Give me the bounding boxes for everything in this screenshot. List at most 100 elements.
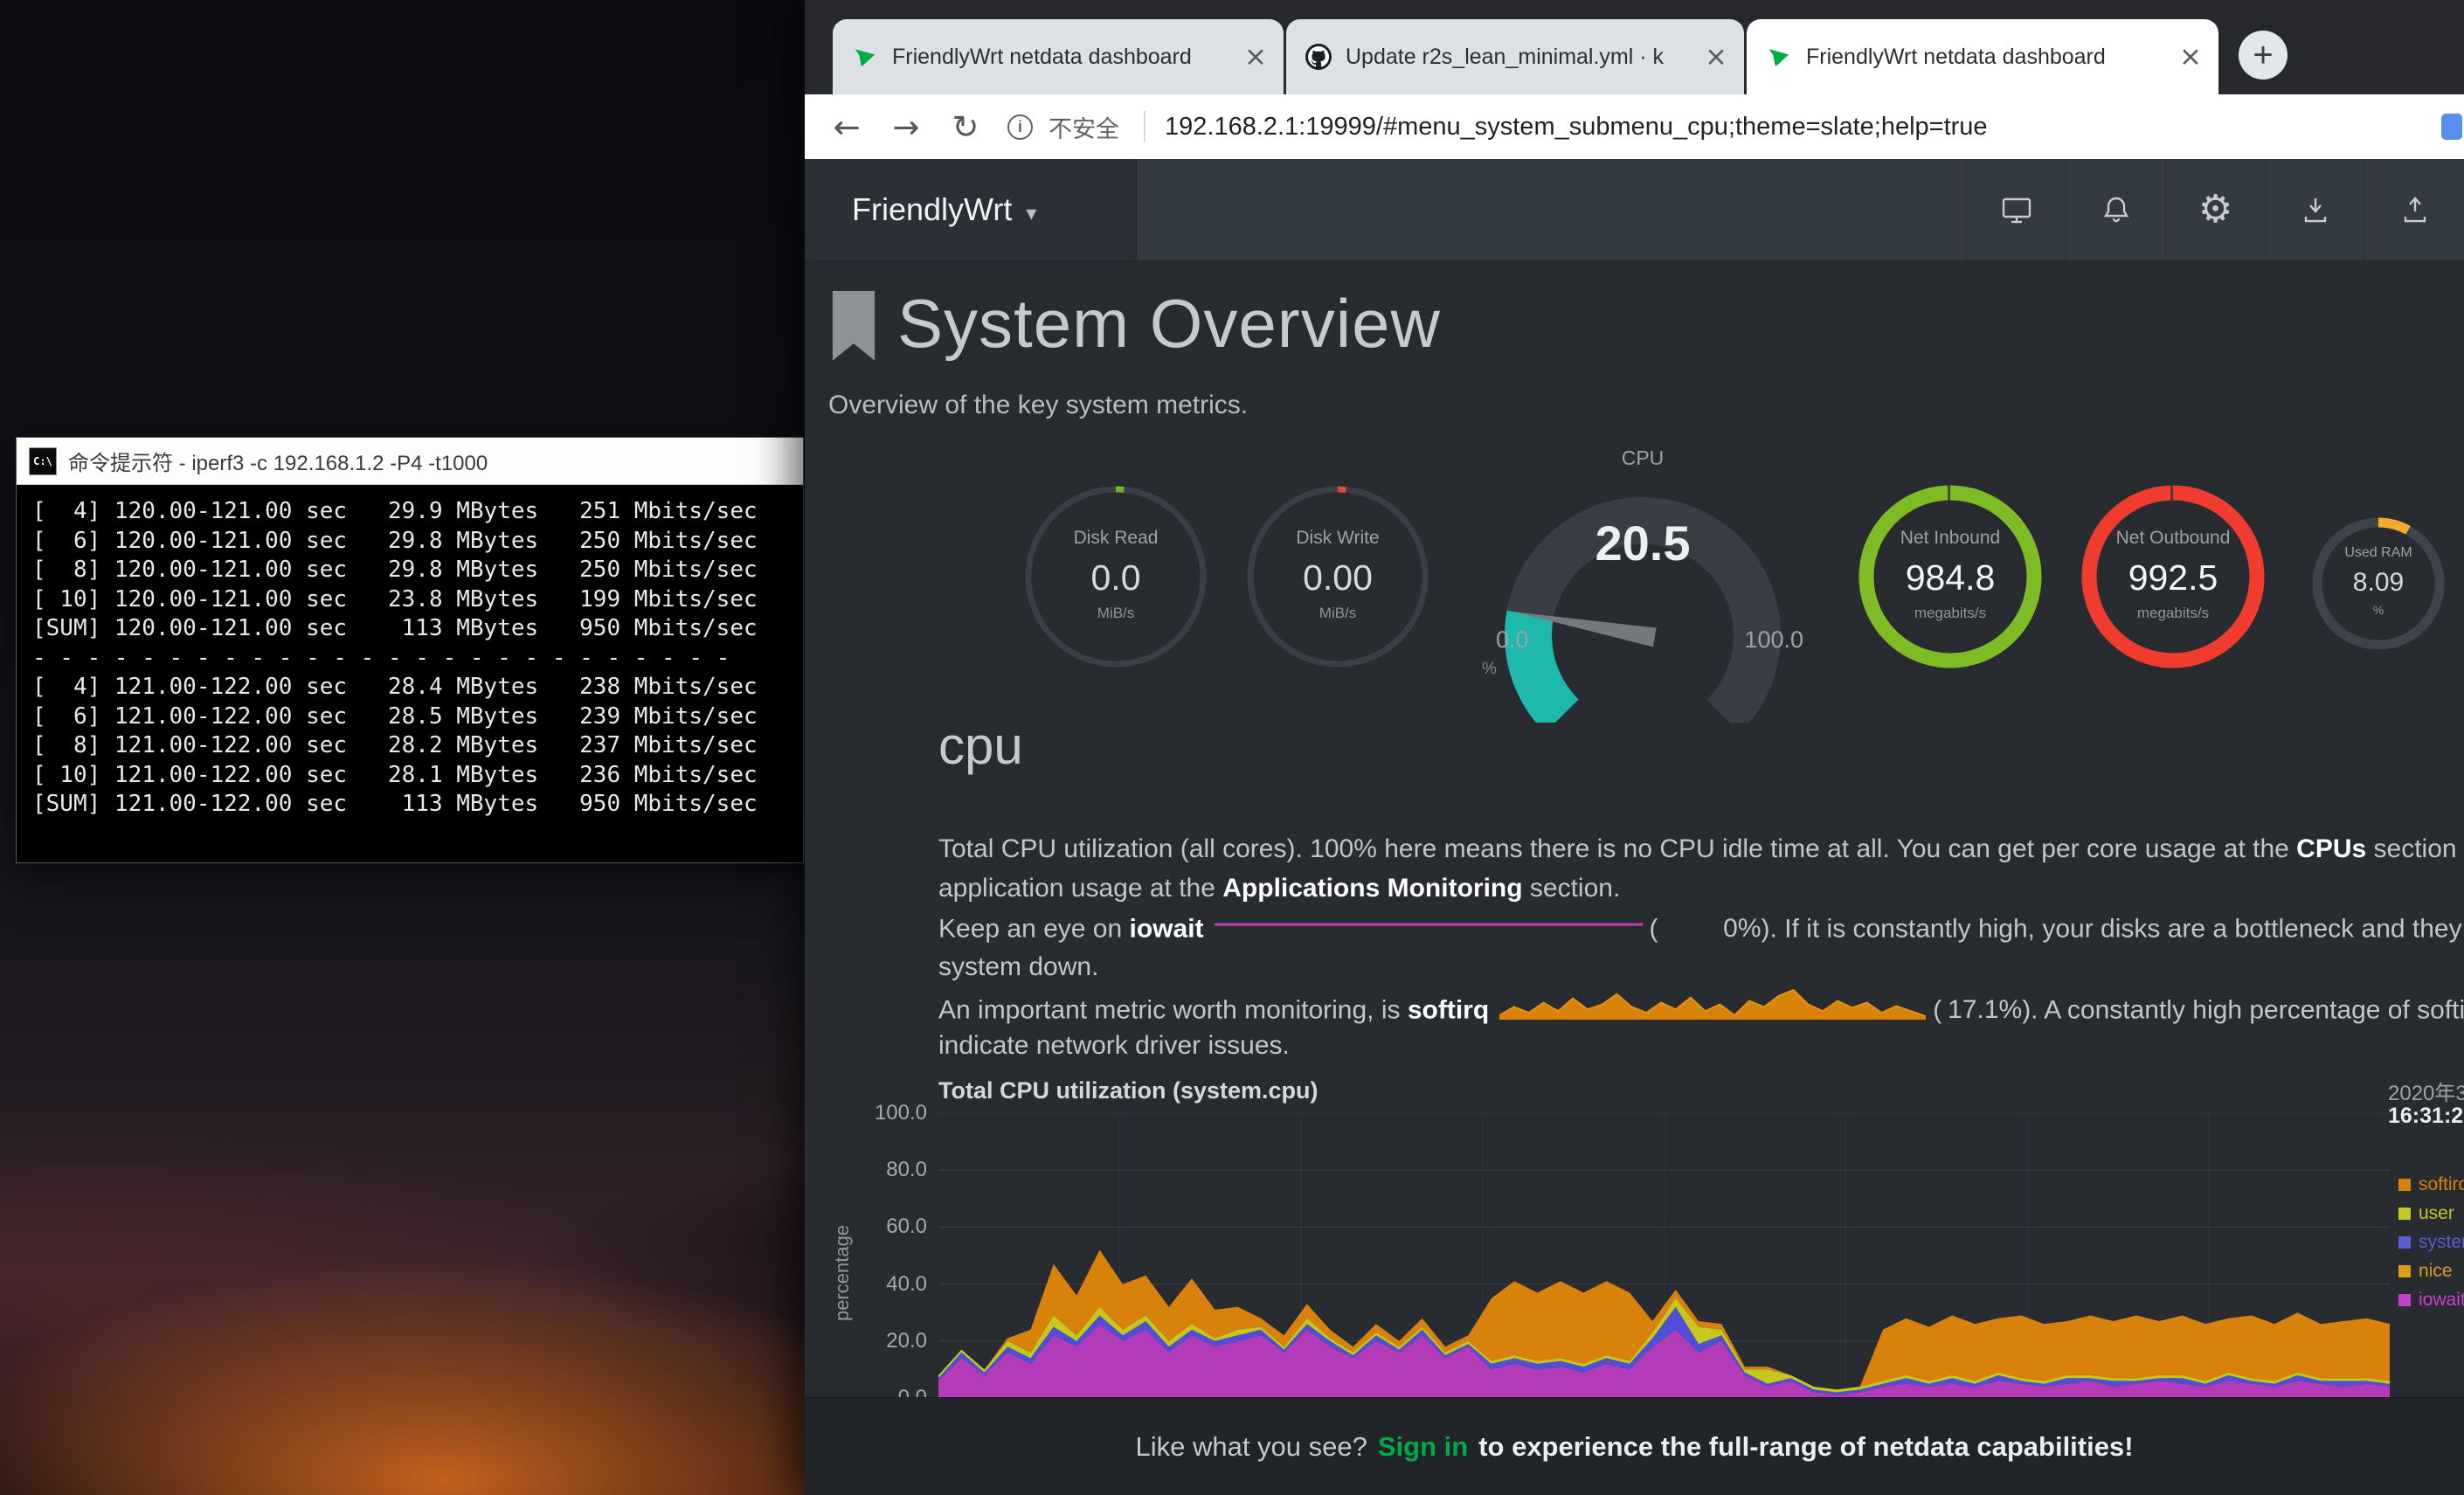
softirq-label: softirq	[1408, 995, 1489, 1024]
upload-icon	[2398, 193, 2432, 226]
address-bar[interactable]: 192.168.2.1:19999/#menu_system_submenu_c…	[1165, 113, 2440, 142]
net-outbound-gauge[interactable]: Net Outbound 992.5 megabits/s	[2077, 481, 2269, 673]
iowait-value: 0%	[1658, 909, 1761, 948]
paragraph-line: application usage at the Applications Mo…	[938, 869, 2464, 908]
net-inbound-gauge[interactable]: Net Inbound 984.8 megabits/s	[1854, 481, 2046, 673]
text: An important metric worth monitoring, is	[938, 995, 1408, 1024]
security-label[interactable]: 不安全	[1049, 110, 1119, 144]
gauge-value: 992.5	[2077, 557, 2269, 599]
legend-item[interactable]: user	[2398, 1199, 2464, 1228]
gauge-value: 0.00	[1242, 557, 1434, 599]
tab-close-icon[interactable]: ×	[1700, 41, 1732, 73]
netdata-favicon	[1766, 44, 1792, 70]
import-button[interactable]	[2265, 159, 2364, 260]
legend-item[interactable]: softirq	[2398, 1170, 2464, 1199]
legend-swatch	[2398, 1236, 2411, 1249]
url-divider	[1144, 111, 1145, 142]
export-button[interactable]	[2364, 159, 2464, 260]
bell-icon	[2100, 193, 2133, 226]
site-info-icon[interactable]: i	[1007, 114, 1033, 140]
y-tick: 40.0	[840, 1272, 927, 1297]
monitor-button[interactable]	[1966, 159, 2066, 260]
browser-toolbar: ← → ↻ i 不安全 192.168.2.1:19999/#menu_syst…	[805, 94, 2464, 159]
host-name: FriendlyWrt	[852, 191, 1012, 228]
y-tick: 100.0	[840, 1101, 927, 1125]
cpus-link[interactable]: CPUs	[2296, 834, 2366, 863]
text: (	[1933, 995, 1941, 1024]
terminal-output[interactable]: [ 4] 120.00-121.00 sec 29.9 MBytes 251 M…	[17, 485, 803, 862]
tab-strip: FriendlyWrt netdata dashboard × Update r…	[805, 0, 2464, 94]
legend-swatch	[2398, 1179, 2411, 1191]
chart-time: 16:31:2	[2388, 1104, 2463, 1129]
alarms-button[interactable]	[2066, 159, 2165, 260]
gauge-label: Disk Read	[1020, 528, 1212, 549]
tab-close-icon[interactable]: ×	[1240, 41, 1271, 73]
cpu-utilization-chart[interactable]	[938, 1113, 2390, 1397]
new-tab-button[interactable]: +	[2239, 31, 2288, 80]
github-favicon	[1305, 44, 1332, 70]
back-icon[interactable]: ←	[829, 111, 864, 143]
tab-title: FriendlyWrt netdata dashboard	[1806, 45, 2161, 70]
softirq-sparkline[interactable]	[1499, 986, 1926, 1031]
gauge-value: 8.09	[2308, 568, 2448, 598]
gauge-value: 0.0	[1020, 557, 1212, 599]
paragraph-line: indicate network driver issues.	[938, 1026, 2464, 1065]
netdata-favicon	[852, 44, 878, 70]
host-dropdown[interactable]: FriendlyWrt ▾	[805, 159, 1137, 260]
download-icon	[2299, 193, 2332, 226]
text: Total CPU utilization (all cores). 100% …	[938, 834, 2296, 863]
netdata-footer: Like what you see? Sign in to experience…	[805, 1397, 2464, 1495]
gauge-label: Disk Write	[1242, 528, 1434, 549]
cpu-gauge[interactable]: CPU 20.5 0.0 100.0 %	[1468, 441, 1817, 703]
iowait-sparkline[interactable]	[1215, 908, 1643, 947]
page-title: System Overview	[897, 284, 1441, 363]
navbar-spacer	[1137, 159, 1966, 260]
screen: C:\ 命令提示符 - iperf3 -c 192.168.1.2 -P4 -t…	[0, 0, 2464, 1495]
tab-close-icon[interactable]: ×	[2175, 41, 2206, 73]
disk-write-gauge[interactable]: Disk Write 0.00 MiB/s	[1242, 481, 1434, 673]
tab-netdata-1[interactable]: FriendlyWrt netdata dashboard ×	[833, 19, 1284, 94]
browser-window: FriendlyWrt netdata dashboard × Update r…	[805, 0, 2464, 1495]
gauge-label: Net Outbound	[2077, 528, 2269, 549]
terminal-titlebar[interactable]: C:\ 命令提示符 - iperf3 -c 192.168.1.2 -P4 -t…	[17, 438, 803, 485]
legend-swatch	[2398, 1265, 2411, 1277]
forward-icon[interactable]: →	[889, 111, 924, 143]
toolbar-edge-icon[interactable]	[2441, 114, 2462, 140]
terminal-title: 命令提示符 - iperf3 -c 192.168.1.2 -P4 -t1000	[68, 446, 488, 476]
cpu-gauge-arc	[1468, 460, 1817, 723]
section-heading-cpu: cpu	[938, 716, 1023, 776]
bookmark-icon	[828, 291, 879, 363]
disk-read-gauge[interactable]: Disk Read 0.0 MiB/s	[1020, 481, 1212, 673]
used-ram-gauge[interactable]: Used RAM 8.09 %	[2308, 514, 2448, 654]
legend-item[interactable]: nice	[2398, 1256, 2464, 1285]
tab-github[interactable]: Update r2s_lean_minimal.yml · k ×	[1286, 19, 1744, 94]
text: (	[1650, 914, 1658, 943]
netdata-navbar: FriendlyWrt ▾ ⚙	[805, 159, 2464, 261]
gauge-unit: MiB/s	[1020, 605, 1212, 622]
text: ). A constantly high percentage of softi…	[2022, 995, 2464, 1024]
text: indicate network driver issues.	[938, 1031, 1290, 1060]
text: system down.	[938, 952, 1098, 981]
paragraph-line: Total CPU utilization (all cores). 100% …	[938, 829, 2464, 869]
gear-icon: ⚙	[2198, 190, 2232, 229]
tab-netdata-2-active[interactable]: FriendlyWrt netdata dashboard ×	[1747, 19, 2218, 94]
footer-text: Like what you see?	[1135, 1431, 1367, 1463]
monitor-icon	[2000, 193, 2033, 226]
settings-button[interactable]: ⚙	[2165, 159, 2265, 260]
legend-item[interactable]: system	[2398, 1228, 2464, 1256]
chart-title: Total CPU utilization (system.cpu)	[938, 1077, 1319, 1104]
reload-icon[interactable]: ↻	[948, 111, 983, 143]
page-subtitle: Overview of the key system metrics.	[828, 391, 1248, 420]
terminal-window[interactable]: C:\ 命令提示符 - iperf3 -c 192.168.1.2 -P4 -t…	[16, 437, 804, 863]
applications-monitoring-link[interactable]: Applications Monitoring	[1222, 874, 1522, 903]
netdata-main: System Overview Overview of the key syst…	[805, 261, 2464, 1397]
sign-in-link[interactable]: Sign in	[1378, 1431, 1468, 1463]
softirq-value: 17.1%	[1941, 990, 2022, 1029]
y-tick: 80.0	[840, 1158, 927, 1182]
y-tick: 60.0	[840, 1215, 927, 1239]
y-tick: 20.0	[840, 1329, 927, 1353]
paragraph-line: Keep an eye on iowait(0%). If it is cons…	[938, 908, 2464, 947]
legend-item[interactable]: iowait	[2398, 1285, 2464, 1314]
tab-title: Update r2s_lean_minimal.yml · k	[1346, 45, 1686, 70]
legend-swatch	[2398, 1208, 2411, 1220]
